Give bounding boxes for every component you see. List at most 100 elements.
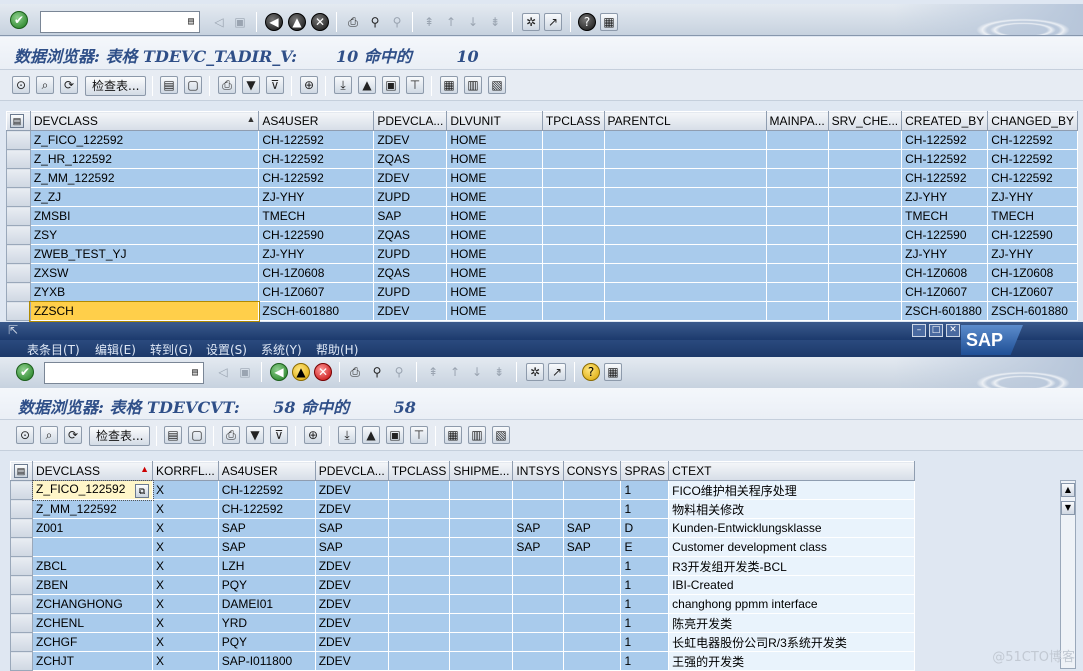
filter-set-icon[interactable]: ▼ xyxy=(242,76,260,94)
table-cell[interactable] xyxy=(603,168,767,188)
row-selector[interactable] xyxy=(10,632,33,652)
value-help-icon[interactable]: ⧉ xyxy=(135,484,149,498)
row-selector[interactable] xyxy=(6,225,31,245)
table-row[interactable]: ZXSW CH-1Z0608 ZQAS HOME CH-1Z0608 CH-1Z0608 xyxy=(6,263,1078,283)
help-icon[interactable]: ? xyxy=(578,13,596,31)
table-cell[interactable]: SAP xyxy=(314,537,389,557)
table-cell[interactable] xyxy=(827,225,903,245)
table-cell[interactable]: TMECH xyxy=(258,206,375,226)
table-cell[interactable]: CH-122592 xyxy=(901,168,989,188)
table-cell[interactable]: ZDEV xyxy=(373,168,448,188)
table-cell[interactable]: X xyxy=(152,575,219,595)
table-cell[interactable]: Kunden-Entwicklungsklasse xyxy=(668,518,916,538)
scroll-up-icon[interactable]: ▲ xyxy=(1061,483,1075,497)
table-cell[interactable] xyxy=(765,225,829,245)
table-cell[interactable]: X xyxy=(152,480,219,500)
table-cell[interactable]: X xyxy=(152,651,219,671)
table-cell[interactable] xyxy=(827,149,903,169)
table-cell[interactable]: CH-122592 xyxy=(901,130,989,150)
enter-icon[interactable]: ✔ xyxy=(16,363,34,381)
table-cell[interactable]: Z_HR_122592 xyxy=(29,149,260,169)
refresh-icon[interactable]: ⟳ xyxy=(64,426,82,444)
table-cell[interactable]: ZSY xyxy=(29,225,260,245)
row-selector[interactable] xyxy=(10,499,33,519)
table-cell[interactable] xyxy=(449,651,514,671)
table-cell[interactable]: CH-1Z0607 xyxy=(258,282,375,302)
table-cell[interactable] xyxy=(512,594,564,614)
table-cell[interactable]: Z_MM_122592 xyxy=(32,499,153,519)
table-cell[interactable]: 1 xyxy=(620,575,670,595)
row-selector[interactable] xyxy=(6,187,31,207)
filter-set-icon[interactable]: ▼ xyxy=(246,426,264,444)
table-cell[interactable]: ZDEV xyxy=(314,556,389,576)
column-header[interactable]: DEVCLASS ▲ xyxy=(29,111,260,131)
row-selector[interactable] xyxy=(10,594,33,614)
table-cell[interactable] xyxy=(541,301,605,321)
table-row[interactable]: ZWEB_TEST_YJ ZJ-YHY ZUPD HOME ZJ-YHY ZJ-YHY xyxy=(6,244,1078,264)
table-cell[interactable]: CH-122590 xyxy=(258,225,375,245)
table-cell[interactable]: 长虹电器股份公司R/3系统开发类 xyxy=(668,632,916,652)
check-table-button-top[interactable]: 检查表... xyxy=(85,76,147,96)
table-cell[interactable]: ZMSBI xyxy=(29,206,260,226)
table-cell[interactable] xyxy=(541,263,605,283)
menu-item-edit[interactable]: 编辑(E) xyxy=(95,341,136,358)
table-cell[interactable]: X xyxy=(152,632,219,652)
select-all-corner[interactable]: ▤ xyxy=(10,461,33,481)
table-cell[interactable]: ZUPD xyxy=(373,244,448,264)
shortcut-icon[interactable]: ↗ xyxy=(548,363,566,381)
table-cell[interactable]: HOME xyxy=(446,301,543,321)
table-cell[interactable]: X xyxy=(152,556,219,576)
table-cell[interactable] xyxy=(449,480,514,500)
table-cell[interactable] xyxy=(32,537,153,557)
deselect-all-icon[interactable]: ▢ xyxy=(188,426,206,444)
table-cell[interactable]: ZJ-YHY xyxy=(258,244,375,264)
column-header[interactable]: AS4USER xyxy=(217,461,316,481)
table-cell[interactable] xyxy=(512,499,564,519)
menu-item-system[interactable]: 系统(Y) xyxy=(261,341,302,358)
table-cell[interactable]: E xyxy=(620,537,670,557)
table-cell[interactable] xyxy=(827,130,903,150)
table-cell[interactable]: ZQAS xyxy=(373,263,448,283)
table-cell[interactable]: CH-122592 xyxy=(987,149,1078,169)
table-cell[interactable] xyxy=(765,244,829,264)
table-cell[interactable] xyxy=(562,499,622,519)
table-cell[interactable] xyxy=(827,168,903,188)
sum-icon[interactable]: ⊕ xyxy=(300,76,318,94)
table-row[interactable]: Z_HR_122592 CH-122592 ZQAS HOME CH-122592 CH-… xyxy=(6,149,1078,169)
table-cell[interactable] xyxy=(387,613,451,633)
table-cell[interactable] xyxy=(512,651,564,671)
shortcut-icon[interactable]: ↗ xyxy=(544,13,562,31)
grid-layout-icon[interactable]: ▦ xyxy=(444,426,462,444)
table-cell[interactable] xyxy=(387,537,451,557)
menu-item-goto[interactable]: 转到(G) xyxy=(150,341,193,358)
back-icon[interactable]: ◀ xyxy=(265,13,283,31)
find-icon[interactable]: ⚲ xyxy=(366,13,384,31)
column-header[interactable]: SHIPME... xyxy=(449,461,514,481)
row-selector[interactable] xyxy=(6,206,31,226)
table-cell[interactable]: 王强的开发类 xyxy=(668,651,916,671)
table-cell[interactable] xyxy=(603,187,767,207)
find-icon[interactable]: ⚲ xyxy=(368,363,386,381)
table-cell[interactable]: R3开发组开发类-BCL xyxy=(668,556,916,576)
table-cell[interactable]: CH-122590 xyxy=(987,225,1078,245)
column-header[interactable]: PDEVCLA... xyxy=(314,461,389,481)
table-cell[interactable]: CH-122592 xyxy=(901,149,989,169)
table-cell[interactable] xyxy=(387,594,451,614)
table-cell[interactable]: HOME xyxy=(446,168,543,188)
table-cell[interactable]: X xyxy=(152,594,219,614)
table-cell[interactable]: ZCHENL xyxy=(32,613,153,633)
exit-icon[interactable]: ▲ xyxy=(288,13,306,31)
table-cell[interactable]: CH-122592 xyxy=(258,130,375,150)
cancel-icon[interactable]: ✕ xyxy=(311,13,329,31)
table-cell[interactable]: ZDEV xyxy=(314,651,389,671)
table-cell[interactable] xyxy=(541,225,605,245)
table-cell[interactable] xyxy=(387,556,451,576)
table-cell[interactable]: HOME xyxy=(446,149,543,169)
table-cell[interactable]: ZSCH-601880 xyxy=(987,301,1078,321)
deselect-all-icon[interactable]: ▢ xyxy=(184,76,202,94)
menu-item-settings[interactable]: 设置(S) xyxy=(206,341,247,358)
command-field-top[interactable]: ▤ xyxy=(40,11,200,33)
table-cell[interactable] xyxy=(541,187,605,207)
row-selector[interactable] xyxy=(10,556,33,576)
table-cell[interactable] xyxy=(603,225,767,245)
